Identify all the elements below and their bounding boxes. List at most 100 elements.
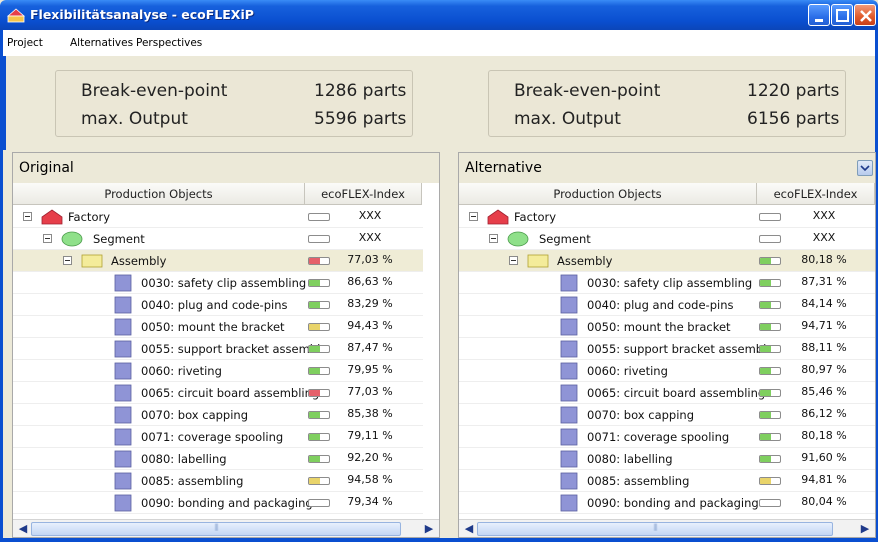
tree-row[interactable]: 0060: riveting 80,97 %: [459, 360, 875, 382]
column-header-objects[interactable]: Production Objects: [13, 183, 305, 205]
tree-row[interactable]: Factory XXX: [13, 206, 423, 228]
gauge-fill: [760, 280, 771, 286]
summary-alternative: Break-even-point 1220 parts max. Output …: [488, 70, 846, 137]
tree-row[interactable]: 0090: bonding and packaging 79,34 %: [13, 492, 423, 514]
gauge-fill: [309, 258, 320, 264]
tree-row[interactable]: Segment XXX: [459, 228, 875, 250]
index-gauge: [759, 477, 781, 485]
index-value: 84,14 %: [801, 297, 847, 310]
index-value: 88,11 %: [801, 341, 847, 354]
collapse-toggle-icon[interactable]: [63, 256, 72, 265]
scroll-right-icon[interactable]: ▶: [421, 521, 437, 537]
gauge-fill: [760, 324, 771, 330]
index-value: 85,46 %: [801, 385, 847, 398]
tree-row[interactable]: 0085: assembling 94,58 %: [13, 470, 423, 492]
tree-row[interactable]: 0055: support bracket assembl. 87,47 %: [13, 338, 423, 360]
tree-row[interactable]: Assembly 80,18 %: [459, 250, 875, 272]
gauge-fill: [309, 324, 320, 330]
collapse-toggle-icon[interactable]: [489, 234, 498, 243]
index-value: 86,63 %: [347, 275, 393, 288]
minimize-button[interactable]: [808, 4, 830, 26]
window-title: Flexibilitätsanalyse - ecoFLEXiP: [30, 7, 254, 22]
close-button[interactable]: [854, 4, 876, 26]
tree-row[interactable]: Segment XXX: [13, 228, 423, 250]
station-icon: [114, 472, 132, 490]
menu-perspectives[interactable]: Perspectives: [136, 37, 202, 49]
row-name: 0030: safety clip assembling: [587, 276, 753, 290]
collapse-toggle-icon[interactable]: [23, 212, 32, 221]
collapse-toggle-icon[interactable]: [43, 234, 52, 243]
index-value: 87,31 %: [801, 275, 847, 288]
column-header-index[interactable]: ecoFLEX-Index: [305, 183, 422, 205]
column-header-index[interactable]: ecoFLEX-Index: [757, 183, 875, 205]
maximize-button[interactable]: [831, 4, 853, 26]
station-icon: [560, 406, 578, 424]
tree-row[interactable]: 0050: mount the bracket 94,43 %: [13, 316, 423, 338]
tree-row[interactable]: 0070: box capping 86,12 %: [459, 404, 875, 426]
index-value: XXX: [358, 209, 382, 222]
panel-menu-button[interactable]: [857, 160, 873, 176]
segment-icon: [507, 231, 529, 247]
tree-row[interactable]: 0050: mount the bracket 94,71 %: [459, 316, 875, 338]
minimize-icon: [815, 19, 823, 22]
original-panel: Original Production Objects ecoFLEX-Inde…: [12, 152, 440, 538]
index-gauge: [308, 411, 330, 419]
tree-row[interactable]: 0060: riveting 79,95 %: [13, 360, 423, 382]
break-even-value: 1220 parts: [747, 81, 840, 101]
gauge-fill: [309, 412, 320, 418]
gauge-fill: [760, 346, 771, 352]
tree-row[interactable]: 0065: circuit board assembling 77,03 %: [13, 382, 423, 404]
tree-row[interactable]: Factory XXX: [459, 206, 875, 228]
panel-header: Alternative: [459, 153, 875, 183]
tree-row[interactable]: Assembly 77,03 %: [13, 250, 423, 272]
station-icon: [114, 296, 132, 314]
scroll-thumb[interactable]: [477, 522, 833, 536]
tree-row[interactable]: 0080: labelling 92,20 %: [13, 448, 423, 470]
tree-row[interactable]: 0040: plug and code-pins 83,29 %: [13, 294, 423, 316]
gauge-fill: [309, 280, 320, 286]
row-name: 0090: bonding and packaging: [587, 496, 759, 510]
row-name: 0071: coverage spooling: [587, 430, 730, 444]
collapse-toggle-icon[interactable]: [469, 212, 478, 221]
tree-row[interactable]: 0030: safety clip assembling 86,63 %: [13, 272, 423, 294]
gauge-fill: [760, 478, 771, 484]
scroll-thumb[interactable]: [31, 522, 401, 536]
horizontal-scrollbar[interactable]: ◀ ▶: [13, 519, 439, 537]
tree-row[interactable]: 0090: bonding and packaging 80,04 %: [459, 492, 875, 514]
scroll-left-icon[interactable]: ◀: [461, 521, 477, 537]
row-name: 0040: plug and code-pins: [587, 298, 734, 312]
row-name: 0080: labelling: [587, 452, 673, 466]
gauge-fill: [309, 346, 320, 352]
segment-icon: [61, 231, 83, 247]
tree-row[interactable]: 0071: coverage spooling 80,18 %: [459, 426, 875, 448]
menu-project[interactable]: Project: [7, 37, 43, 49]
index-value: 91,60 %: [801, 451, 847, 464]
tree-row[interactable]: 0071: coverage spooling 79,11 %: [13, 426, 423, 448]
station-icon: [560, 384, 578, 402]
tree-row[interactable]: 0030: safety clip assembling 87,31 %: [459, 272, 875, 294]
row-name: 0050: mount the bracket: [141, 320, 285, 334]
tree-row[interactable]: 0080: labelling 91,60 %: [459, 448, 875, 470]
station-icon: [114, 340, 132, 358]
scroll-right-icon[interactable]: ▶: [857, 521, 873, 537]
title-bar[interactable]: Flexibilitätsanalyse - ecoFLEXiP: [0, 0, 878, 30]
scroll-left-icon[interactable]: ◀: [15, 521, 31, 537]
column-header-objects[interactable]: Production Objects: [459, 183, 757, 205]
station-icon: [560, 274, 578, 292]
tree-row[interactable]: 0065: circuit board assembling 85,46 %: [459, 382, 875, 404]
index-value: 94,71 %: [801, 319, 847, 332]
row-name: 0030: safety clip assembling: [141, 276, 307, 290]
index-value: 94,81 %: [801, 473, 847, 486]
station-icon: [560, 450, 578, 468]
horizontal-scrollbar[interactable]: ◀ ▶: [459, 519, 875, 537]
menu-alternatives[interactable]: Alternatives: [70, 37, 133, 49]
app-icon: [7, 8, 25, 23]
tree-row[interactable]: 0085: assembling 94,81 %: [459, 470, 875, 492]
gauge-fill: [760, 456, 771, 462]
tree-row[interactable]: 0040: plug and code-pins 84,14 %: [459, 294, 875, 316]
gauge-fill: [760, 412, 771, 418]
index-value: 80,18 %: [801, 253, 847, 266]
collapse-toggle-icon[interactable]: [509, 256, 518, 265]
tree-row[interactable]: 0055: support bracket assembl. 88,11 %: [459, 338, 875, 360]
tree-row[interactable]: 0070: box capping 85,38 %: [13, 404, 423, 426]
